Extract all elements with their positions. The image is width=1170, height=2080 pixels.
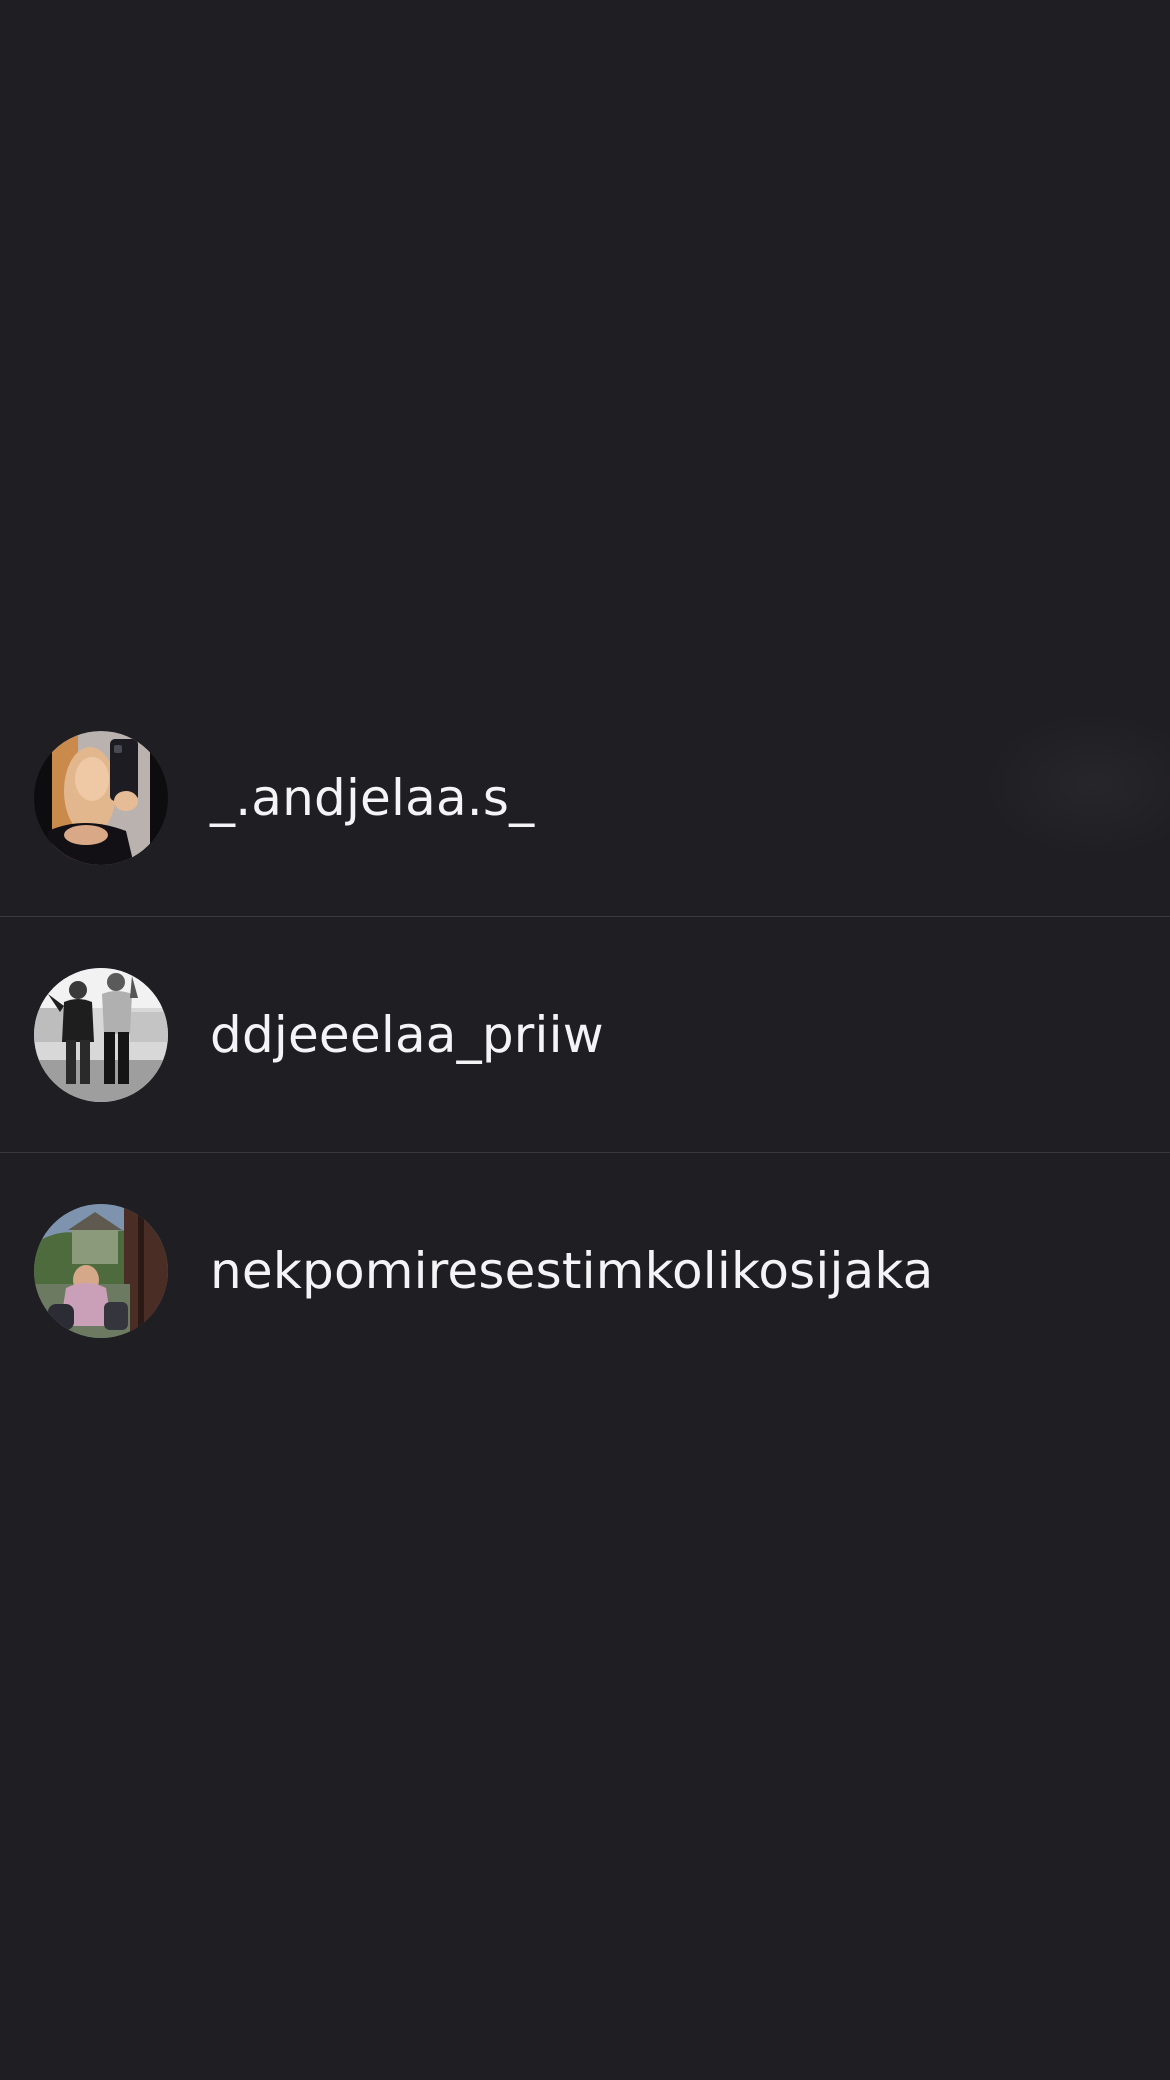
- avatar[interactable]: [34, 731, 168, 865]
- avatar[interactable]: [34, 967, 168, 1102]
- screen: _.andjelaa.s_ ddjeeelaa_priiw nekpomires…: [0, 0, 1170, 2080]
- faded-thumbnail: [980, 710, 1170, 860]
- username[interactable]: nekpomiresestimkolikosijaka: [210, 1242, 934, 1300]
- user-list: _.andjelaa.s_ ddjeeelaa_priiw nekpomires…: [0, 680, 1170, 1388]
- username[interactable]: ddjeeelaa_priiw: [210, 1006, 604, 1064]
- user-row[interactable]: nekpomiresestimkolikosijaka: [0, 1152, 1170, 1388]
- avatar-image: [34, 967, 168, 1102]
- user-row[interactable]: ddjeeelaa_priiw: [0, 916, 1170, 1152]
- avatar-image: [34, 1203, 168, 1338]
- avatar[interactable]: [34, 1203, 168, 1338]
- user-row[interactable]: _.andjelaa.s_: [0, 680, 1170, 916]
- avatar-image: [34, 731, 168, 865]
- username[interactable]: _.andjelaa.s_: [210, 769, 534, 827]
